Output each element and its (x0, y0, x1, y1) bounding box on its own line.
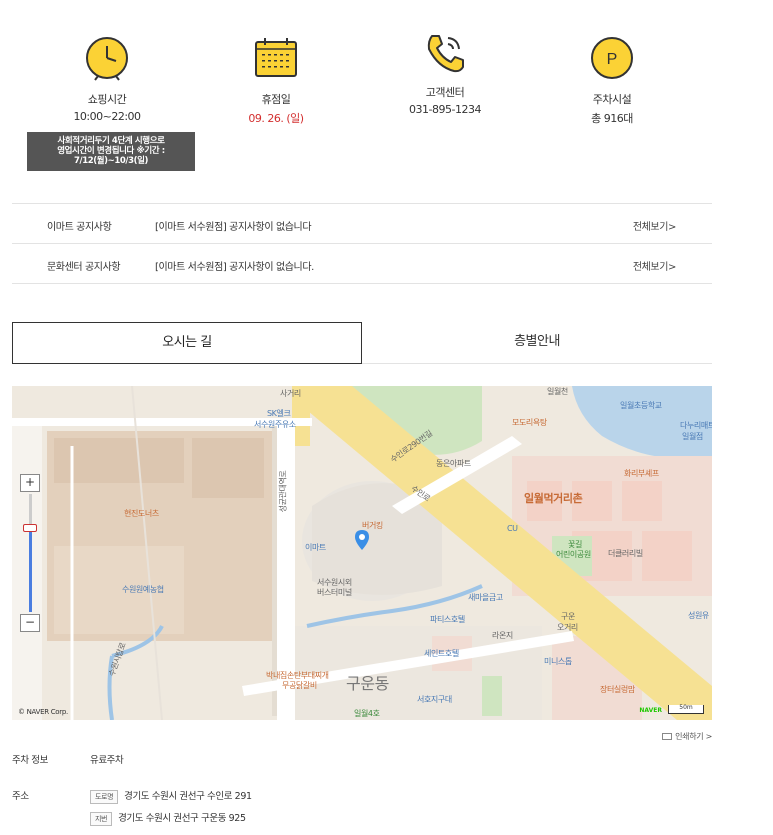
map-label-ilwol-street: 일월먹거리촌 (524, 492, 583, 505)
map-label-seinhotel: 세인트호텔 (424, 649, 459, 658)
zoom-out-button[interactable]: − (20, 614, 40, 632)
notice-list: 이마트 공지사항 [이마트 서수원점] 공지사항이 없습니다 전체보기> 문화센… (12, 203, 712, 284)
map-label-sk: SK엘크 (267, 409, 291, 418)
lot-address: 지번 경기도 수원시 권선구 구운동 925 (90, 810, 246, 826)
zoom-in-button[interactable]: + (20, 474, 40, 492)
notice-row-emart: 이마트 공지사항 [이마트 서수원점] 공지사항이 없습니다 전체보기> (12, 204, 712, 244)
notice-line-3: 7/12(월)~10/3(일) (74, 156, 148, 166)
notice-label: 문화센터 공지사항 (47, 262, 121, 273)
notice-line-1: 사회적거리두기 4단계 시행으로 (57, 136, 165, 146)
printer-icon (662, 733, 673, 740)
map-label-hyeonjin: 현진도너츠 (124, 509, 159, 518)
svg-text:P: P (607, 51, 618, 68)
lot-address-tag: 지번 (90, 812, 113, 826)
parking-info: P 주차시설 총 916대 (547, 30, 677, 126)
map-label-ilwol4: 일월4호 (354, 709, 380, 718)
customer-center-value[interactable]: 031-895-1234 (380, 103, 510, 116)
map-label-seongwon: 성원유 (688, 611, 709, 620)
parking-detail-value: 유료주차 (90, 755, 124, 766)
map-label-cu: CU (507, 524, 518, 533)
map-label-guundong: 구운동 (346, 674, 389, 693)
print-label: 인쇄하기 > (675, 732, 712, 741)
lot-address-text: 경기도 수원시 권선구 구운동 925 (118, 813, 246, 824)
parking-icon: P (589, 35, 635, 81)
clock-icon (84, 35, 130, 81)
view-all-link[interactable]: 전체보기> (633, 258, 677, 273)
closed-day-title: 휴점일 (261, 93, 291, 106)
location-map[interactable]: 사거리 SK엘크 서수원주유소 일월천 일월초등학교 모도리욕탕 다누리매트 일… (12, 386, 712, 720)
map-label-sageori: 사거리 (280, 389, 301, 398)
parking-title: 주차시설 (592, 93, 632, 106)
address-label: 주소 (12, 791, 29, 802)
road-address-tag: 도로명 (90, 790, 119, 804)
closed-day: 휴점일 09. 26. (일) (211, 30, 341, 126)
map-label-suwon-agri: 수원원예농협 (122, 585, 164, 594)
store-details: 주차 정보 유료주차 주소 도로명 경기도 수원시 권선구 수인로 291 지번 경… (12, 752, 712, 828)
map-label-sk-station: 서수원주유소 (254, 420, 296, 429)
shopping-hours: 쇼핑시간 10:00~22:00 (42, 30, 172, 123)
parking-value: 총 916대 (591, 112, 633, 125)
map-label-semaeul: 새마을금고 (468, 593, 503, 602)
map-label-danuri-branch: 일월점 (682, 432, 703, 441)
tab-floor-guide[interactable]: 층별안내 (362, 322, 712, 364)
store-info-row: 쇼핑시간 10:00~22:00 휴점일 09. 26. (일) 고객센터 03… (40, 30, 680, 130)
parking-detail-row: 주차 정보 유료주차 (12, 752, 712, 770)
customer-center: 고객센터 031-895-1234 (380, 30, 510, 116)
notice-row-culture: 문화센터 공지사항 [이마트 서수원점] 공지사항이 없습니다. 전체보기> (12, 244, 712, 284)
closed-day-value: 09. 26. (일) (248, 112, 304, 125)
map-label-ministop: 미니스톱 (544, 657, 572, 666)
tab-directions[interactable]: 오시는 길 (12, 322, 362, 364)
zoom-slider-track-top (29, 494, 32, 528)
map-scale: 50m (668, 705, 704, 714)
map-label-dongeun: 동은아파트 (436, 459, 471, 468)
map-label-seongyun: 성균관대역로 (278, 470, 288, 513)
road-address: 도로명 경기도 수원시 권선구 수인로 291 (90, 788, 252, 804)
zoom-control: + − (20, 474, 40, 632)
map-label-modori: 모도리욕탕 (512, 418, 547, 427)
map-label-emart: 이마트 (305, 543, 326, 552)
location-tabs: 오시는 길 층별안내 (12, 322, 712, 364)
map-label-hwari: 화리부셰프 (624, 469, 659, 478)
notice-line-2: 영업시간이 변경됩니다 ※기간 : (57, 146, 165, 156)
phone-icon (422, 30, 468, 76)
shopping-hours-title: 쇼핑시간 (87, 93, 127, 106)
zoom-slider-handle[interactable] (23, 524, 37, 532)
map-label-tagiyoo: 장터실렁맘 (600, 685, 635, 694)
map-label-ilwol-school: 일월초등학교 (620, 401, 662, 410)
view-all-link[interactable]: 전체보기> (633, 218, 677, 233)
lot-address-row: 지번 경기도 수원시 권선구 구운동 925 (12, 810, 712, 828)
map-label-danuri: 다누리매트 (680, 421, 712, 430)
naver-logo: NAVER (639, 707, 662, 714)
map-copyright: © NAVER Corp. (18, 708, 68, 716)
map-label-seohoji: 서호지구대 (417, 695, 452, 704)
map-label-raeonji: 라온지 (492, 631, 513, 640)
map-label-guun: 구운 (561, 612, 575, 621)
parking-detail-label: 주차 정보 (12, 755, 48, 766)
map-label-kkotgil-park: 어린이공원 (556, 550, 591, 559)
map-label-deogyeol: 더클러리빌 (608, 549, 643, 558)
notice-text[interactable]: [이마트 서수원점] 공지사항이 없습니다. (155, 258, 314, 273)
road-address-text: 경기도 수원시 권선구 수인로 291 (124, 791, 252, 802)
map-label-baknae-2: 무공닭갈비 (282, 681, 317, 690)
notice-text[interactable]: [이마트 서수원점] 공지사항이 없습니다 (155, 218, 312, 233)
calendar-icon (253, 35, 299, 81)
notice-label: 이마트 공지사항 (47, 222, 112, 233)
map-label-patissier: 파티스호텔 (430, 615, 465, 624)
customer-center-title: 고객센터 (425, 86, 465, 99)
map-label-guun-2: 오거리 (557, 623, 578, 632)
road-address-row: 주소 도로명 경기도 수원시 권선구 수인로 291 (12, 788, 712, 806)
map-label-terminal-2: 버스터미널 (317, 588, 352, 597)
shopping-hours-value: 10:00~22:00 (73, 110, 141, 123)
hours-change-notice: 사회적거리두기 4단계 시행으로 영업시간이 변경됩니다 ※기간 : 7/12(… (27, 132, 195, 171)
print-button[interactable]: 인쇄하기 > (662, 731, 712, 742)
map-label-ilwolcheon: 일월천 (547, 387, 568, 396)
